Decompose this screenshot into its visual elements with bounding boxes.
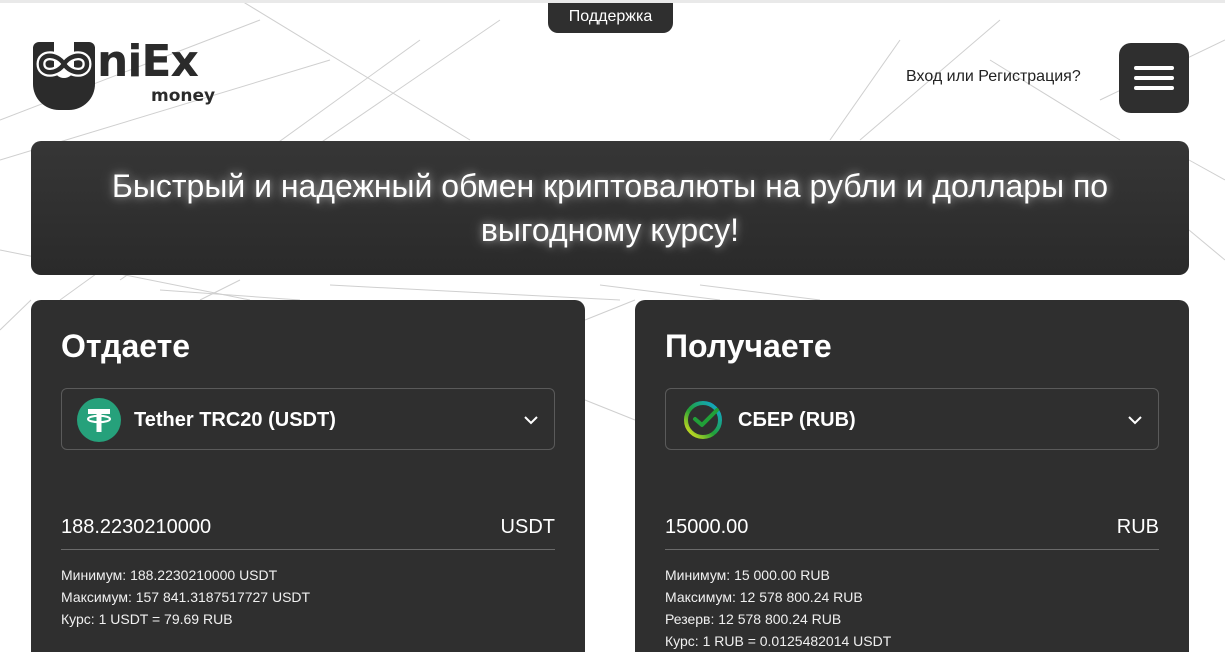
infinity-icon [36, 51, 92, 77]
menu-line-icon [1134, 86, 1174, 90]
login-register-link[interactable]: Вход или Регистрация? [906, 68, 1081, 86]
give-amount-unit: USDT [500, 516, 555, 538]
menu-line-icon [1134, 66, 1174, 70]
get-currency-name: СБЕР (RUB) [738, 409, 856, 431]
give-max: Максимум: 157 841.3187517727 USDT [61, 589, 311, 605]
get-min: Минимум: 15 000.00 RUB [665, 567, 830, 583]
logo-subtitle: money [151, 86, 216, 106]
give-min: Минимум: 188.2230210000 USDT [61, 567, 278, 583]
get-info-list: Минимум: 15 000.00 RUB Максимум: 12 578 … [665, 564, 891, 652]
logo-wordmark: niEx [97, 36, 199, 87]
chevron-down-icon [1128, 416, 1142, 425]
get-amount-input[interactable] [665, 512, 1065, 542]
give-info-list: Минимум: 188.2230210000 USDT Максимум: 1… [61, 564, 310, 630]
get-rate: Курс: 1 RUB = 0.0125482014 USDT [665, 633, 892, 649]
give-amount-row: USDT [61, 512, 555, 550]
get-reserve: Резерв: 12 578 800.24 RUB [665, 611, 842, 627]
hero-title: Быстрый и надежный обмен криптовалюты на… [111, 168, 1109, 248]
hero-banner: Быстрый и надежный обмен криптовалюты на… [31, 141, 1189, 275]
get-amount-row: RUB [665, 512, 1159, 550]
get-amount-unit: RUB [1116, 516, 1159, 538]
give-title: Отдаете [61, 328, 191, 364]
tether-icon [77, 398, 121, 442]
sber-icon [684, 401, 722, 439]
chevron-down-icon [524, 416, 538, 425]
page: Поддержка niEx money Вход или Регистраци… [0, 0, 1225, 652]
get-max: Максимум: 12 578 800.24 RUB [665, 589, 863, 605]
get-currency-select[interactable]: СБЕР (RUB) [665, 388, 1159, 450]
give-amount-input[interactable] [61, 512, 461, 542]
hamburger-menu-button[interactable] [1119, 43, 1189, 113]
support-button[interactable]: Поддержка [548, 3, 673, 33]
get-panel: Получаете СБЕР (RUB) RUB [635, 300, 1189, 652]
give-rate: Курс: 1 USDT = 79.69 RUB [61, 611, 233, 627]
get-title: Получаете [665, 328, 832, 364]
give-currency-select[interactable]: Tether TRC20 (USDT) [61, 388, 555, 450]
menu-line-icon [1134, 76, 1174, 80]
give-panel: Отдаете Tether TRC20 (USDT) USDT Минимум… [31, 300, 585, 652]
logo[interactable]: niEx money [33, 36, 233, 112]
give-currency-name: Tether TRC20 (USDT) [134, 409, 336, 431]
